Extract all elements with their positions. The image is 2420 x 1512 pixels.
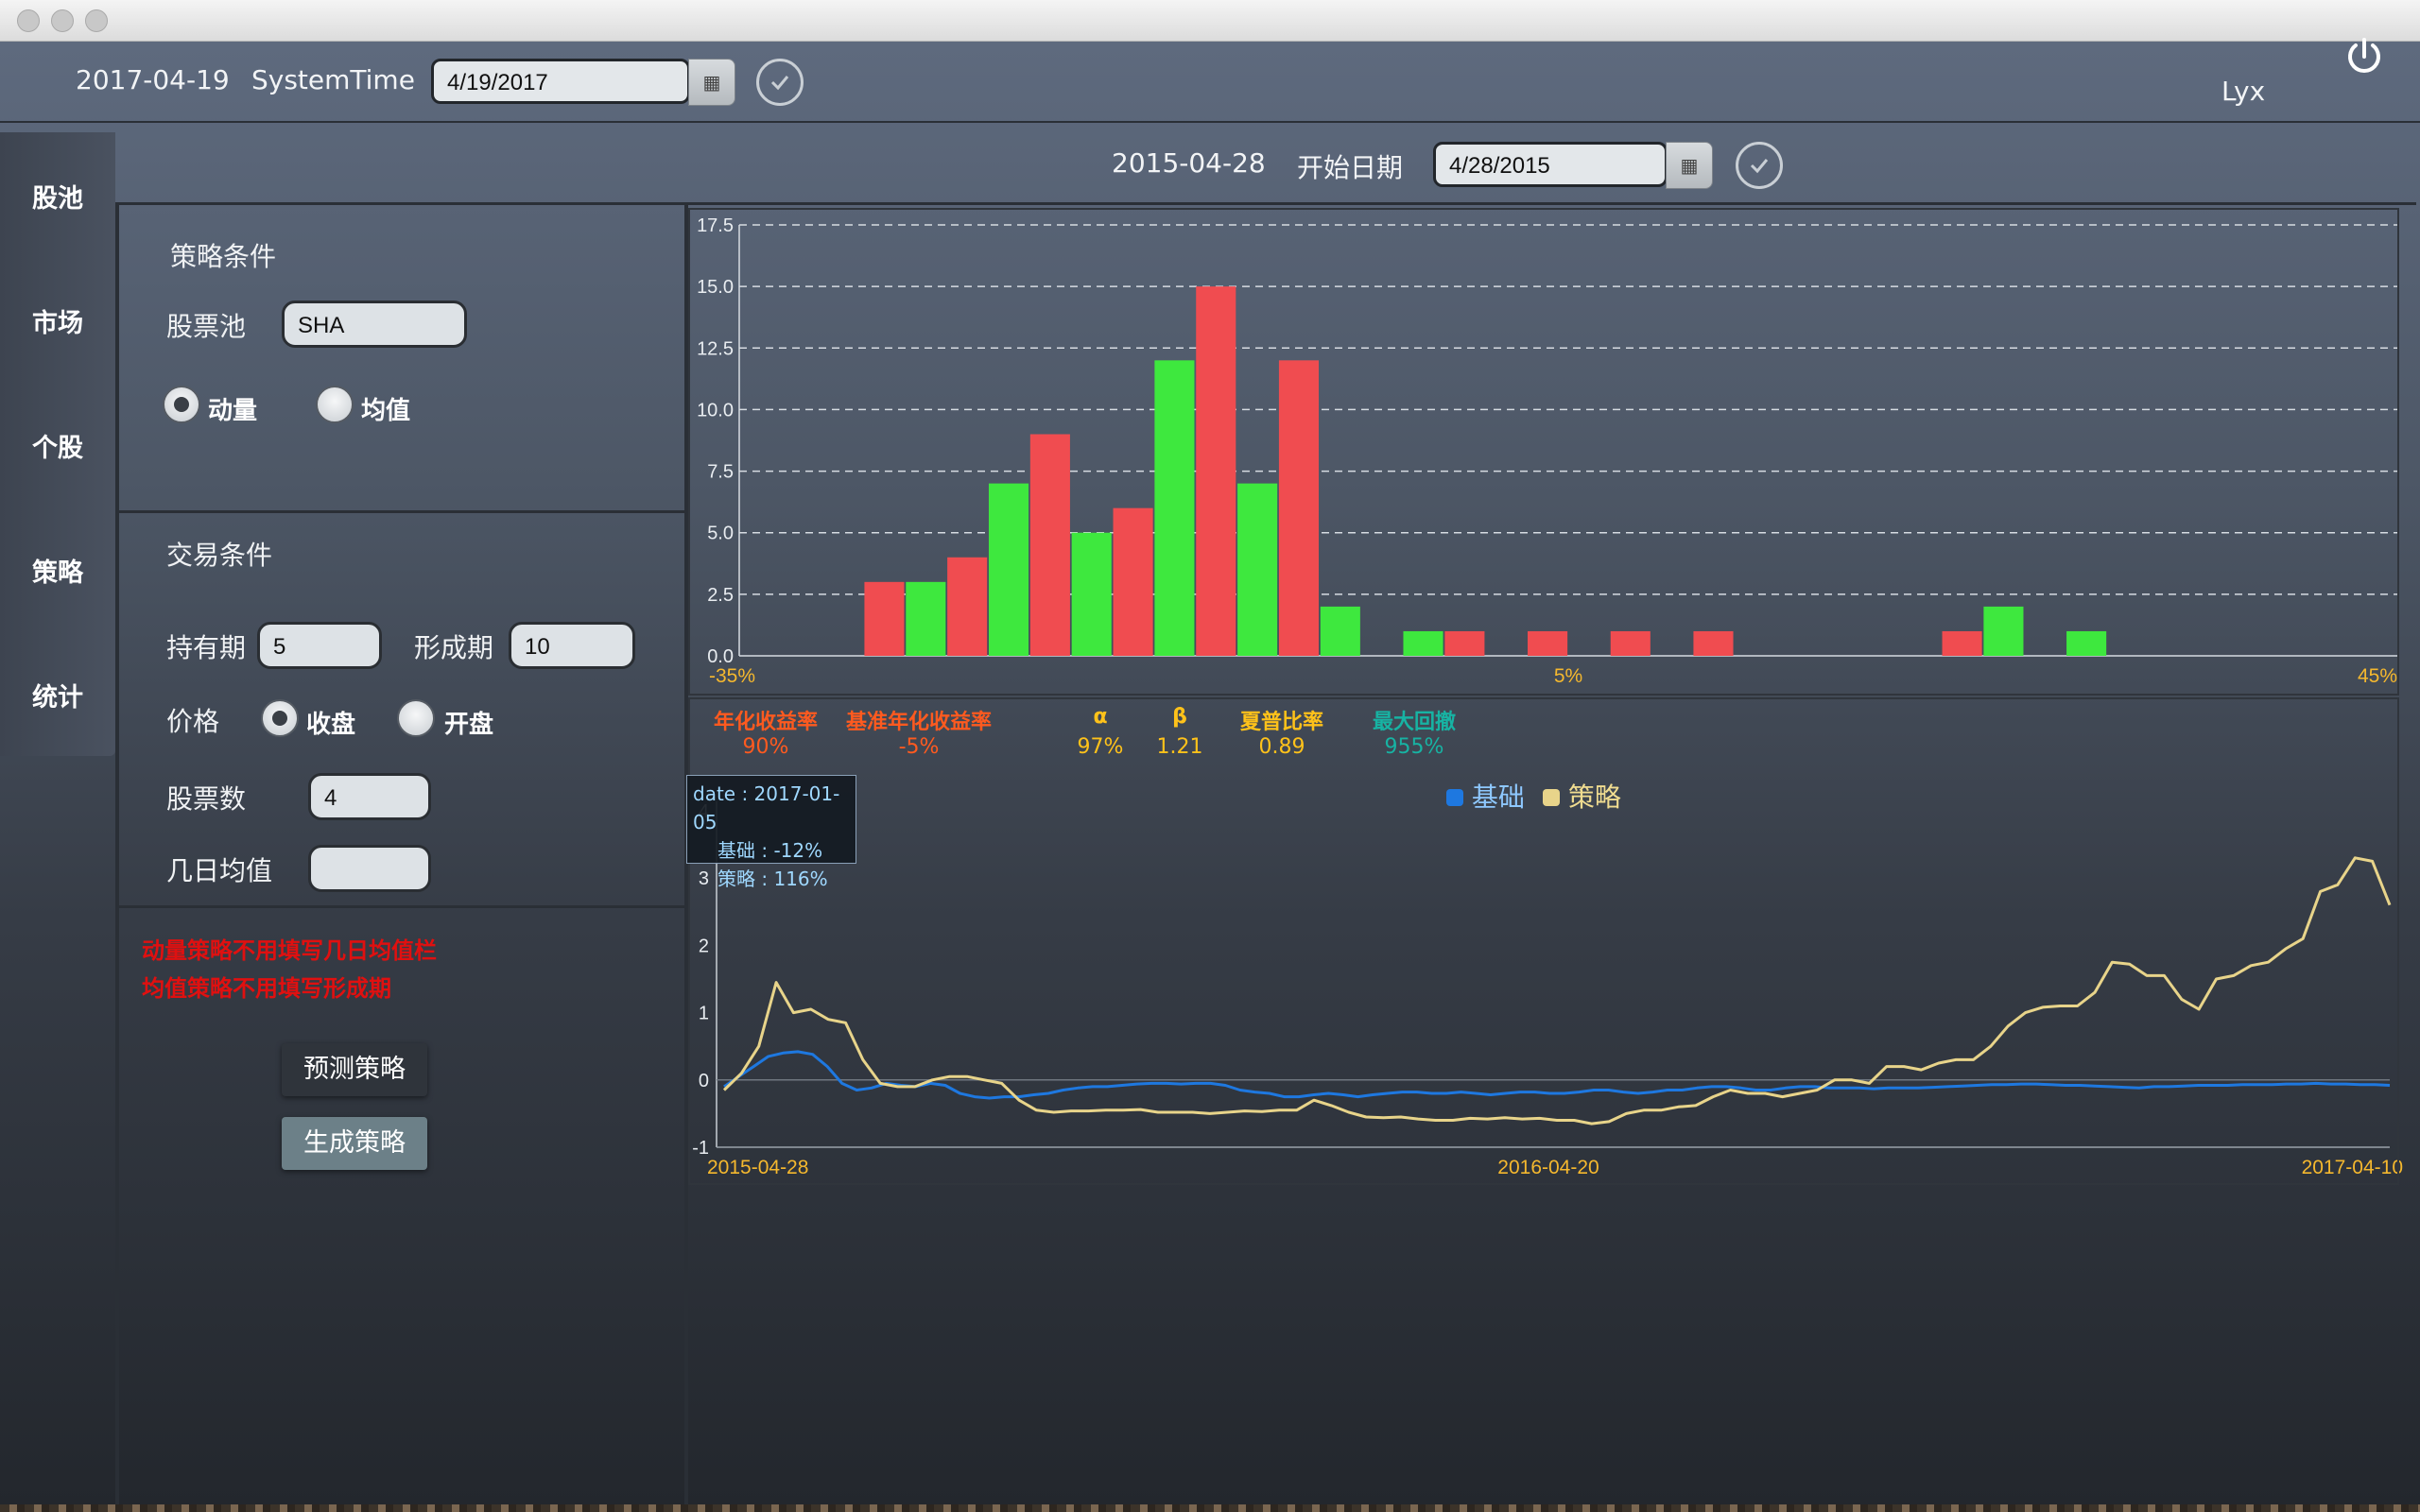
- start-date-text: 2015-04-28: [1112, 147, 1266, 179]
- check-icon[interactable]: [1736, 142, 1783, 189]
- hold-period-label: 持有期: [166, 632, 247, 663]
- stock-count-input[interactable]: 4: [308, 773, 431, 820]
- line-chart-frame: [688, 697, 2399, 1185]
- close-price-radio-label: 收盘: [306, 711, 356, 739]
- start-date-label: 开始日期: [1297, 152, 1404, 183]
- calendar-icon[interactable]: ▦: [1666, 142, 1713, 189]
- side-nav: 股池 市场 个股 策略 统计: [0, 132, 115, 756]
- user-name: Lyx: [2221, 76, 2266, 107]
- stock-count-label: 股票数: [166, 783, 247, 815]
- nav-item-strategy[interactable]: 策略: [0, 552, 115, 589]
- panel-border-left: [115, 204, 119, 1504]
- close-price-radio[interactable]: [261, 699, 299, 737]
- price-label: 价格: [166, 706, 220, 737]
- histogram-bar: [1942, 630, 1982, 656]
- hold-period-input[interactable]: 5: [257, 622, 382, 669]
- desktop-strip: [0, 1504, 2420, 1512]
- histogram-bar: [1983, 606, 2024, 656]
- predict-strategy-button[interactable]: 预测策略: [282, 1043, 427, 1096]
- form-period-label: 形成期: [414, 632, 494, 663]
- legend-strategy-swatch: [1543, 789, 1560, 806]
- stock-pool-label: 股票池: [166, 311, 247, 342]
- hint-mean: 均值策略不用填写形成期: [142, 975, 391, 1002]
- mean-radio[interactable]: [316, 386, 354, 423]
- y-tick-label: 10.0: [697, 400, 734, 421]
- zoom-window-button[interactable]: [85, 9, 108, 32]
- histogram-bar: [988, 483, 1029, 656]
- minimize-window-button[interactable]: [51, 9, 74, 32]
- open-price-radio[interactable]: [397, 699, 435, 737]
- generate-strategy-button[interactable]: 生成策略: [282, 1117, 427, 1170]
- stock-pool-input[interactable]: SHA: [282, 301, 467, 348]
- system-time-label: SystemTime: [251, 64, 415, 95]
- histogram-bar: [1320, 606, 1360, 656]
- legend-strategy-label: 策略: [1567, 782, 1621, 813]
- tooltip-strategy: 策略 : 116%: [717, 868, 828, 890]
- y-tick-label: 17.5: [697, 215, 734, 236]
- y-tick-label: 0.0: [707, 646, 734, 667]
- histogram-bar: [1528, 630, 1568, 656]
- histogram-bar: [1403, 630, 1443, 656]
- check-icon[interactable]: [756, 59, 804, 106]
- legend-base-swatch: [1446, 789, 1463, 806]
- return-histogram: 0.0 2.5 5.0 7.5 10.0 12.5 15.0 17.5 -35% 5% 45%: [697, 215, 2397, 687]
- histogram-bar: [1113, 507, 1153, 656]
- histogram-bar: [1196, 286, 1236, 656]
- form-period-input[interactable]: 10: [509, 622, 635, 669]
- open-price-radio-label: 开盘: [444, 711, 494, 739]
- momentum-radio-label: 动量: [208, 397, 258, 425]
- histogram-bar: [1444, 630, 1485, 656]
- x-tick-label: 5%: [1554, 665, 1582, 687]
- system-time-input[interactable]: 4/19/2017: [431, 59, 690, 104]
- histogram-bar: [947, 557, 988, 656]
- histogram-bar: [1029, 434, 1070, 656]
- histogram-bar: [1610, 630, 1651, 656]
- nav-item-stock-pool[interactable]: 股池: [0, 178, 115, 215]
- y-tick-label: 12.5: [697, 338, 734, 359]
- calendar-icon[interactable]: ▦: [688, 59, 735, 106]
- histogram-bar: [1071, 532, 1112, 656]
- mean-radio-label: 均值: [361, 397, 411, 425]
- nav-item-market[interactable]: 市场: [0, 302, 115, 339]
- section-divider: [117, 905, 686, 908]
- histogram-bar: [1278, 360, 1320, 656]
- window-titlebar: [0, 0, 2420, 42]
- ma-days-input[interactable]: [308, 845, 431, 892]
- strategy-section-title: 策略条件: [170, 241, 277, 272]
- trade-section-title: 交易条件: [166, 540, 273, 571]
- chart-tooltip: date : 2017-01-05 基础 : -12% 策略 : 116%: [686, 775, 856, 890]
- panel-border-top: [115, 202, 2416, 205]
- power-icon[interactable]: [2341, 32, 2388, 79]
- nav-item-stock[interactable]: 个股: [0, 427, 115, 464]
- y-tick-label: 2.5: [707, 585, 734, 606]
- tooltip-date: date : 2017-01-05: [693, 782, 840, 833]
- y-tick-label: 5.0: [707, 524, 734, 544]
- section-divider: [117, 510, 686, 513]
- histogram-bar: [906, 581, 946, 656]
- ma-days-label: 几日均值: [166, 855, 273, 886]
- x-tick-label: 45%: [2358, 665, 2397, 687]
- legend-base-label: 基础: [1471, 782, 1525, 813]
- histogram-bar: [1237, 483, 1278, 656]
- histogram-bar: [2066, 630, 2107, 656]
- histogram-bar: [1154, 360, 1195, 656]
- current-date: 2017-04-19: [76, 64, 230, 95]
- start-date-input[interactable]: 4/28/2015: [1433, 142, 1668, 187]
- nav-item-statistics[interactable]: 统计: [0, 677, 115, 713]
- histogram-bar: [1693, 630, 1734, 656]
- legend-base: 基础: [1446, 777, 1525, 815]
- y-tick-label: 7.5: [707, 462, 734, 483]
- histogram-bar: [864, 581, 905, 656]
- legend-strategy: 策略: [1543, 777, 1621, 815]
- x-tick-label: -35%: [709, 665, 755, 687]
- header-divider: [0, 121, 2420, 123]
- momentum-radio[interactable]: [163, 386, 200, 423]
- y-tick-label: 15.0: [697, 277, 734, 298]
- hint-momentum: 动量策略不用填写几日均值栏: [142, 937, 437, 964]
- tooltip-base: 基础 : -12%: [717, 839, 823, 862]
- close-window-button[interactable]: [17, 9, 40, 32]
